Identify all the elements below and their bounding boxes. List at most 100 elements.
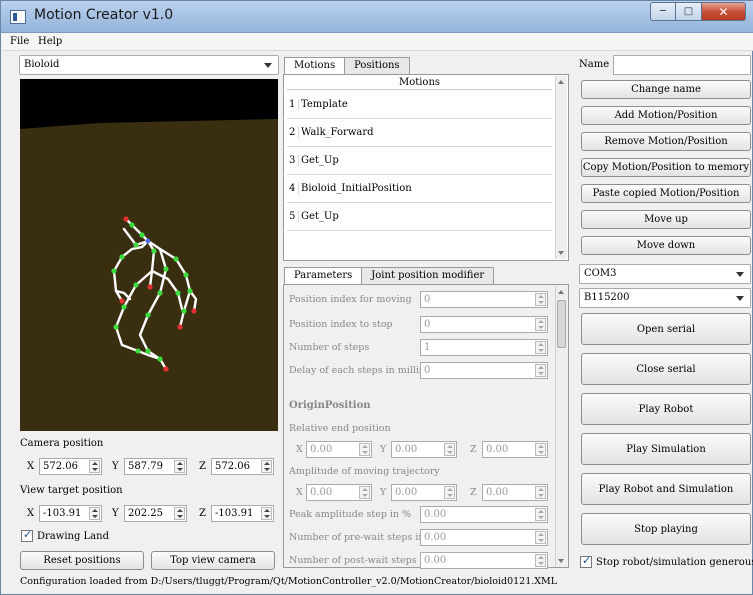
move-up-button[interactable]: Move up: [581, 210, 751, 229]
spin-arrows-icon[interactable]: [174, 507, 185, 520]
maximize-button[interactable]: □: [676, 2, 702, 21]
delay-input[interactable]: 0: [420, 362, 548, 379]
stop-playing-button[interactable]: Stop playing: [581, 513, 751, 545]
play-simulation-button[interactable]: Play Simulation: [581, 433, 751, 465]
camera-y-label: Y: [112, 461, 119, 472]
scroll-down-icon[interactable]: [558, 559, 564, 563]
spin-arrows-icon[interactable]: [535, 554, 546, 567]
robot-select-value: Bioloid: [24, 59, 60, 70]
remove-motion-button[interactable]: Remove Motion/Position: [581, 132, 751, 151]
name-input[interactable]: [613, 55, 751, 75]
prewait-input[interactable]: 0.00: [420, 529, 548, 546]
table-row[interactable]: 3 Get_Up: [287, 147, 552, 175]
camera-z-label: Z: [199, 461, 206, 472]
spin-arrows-icon[interactable]: [89, 507, 100, 520]
reset-positions-button[interactable]: Reset positions: [20, 551, 144, 570]
paste-motion-button[interactable]: Paste copied Motion/Position: [581, 184, 751, 203]
robot-select[interactable]: Bioloid: [19, 55, 279, 75]
spin-arrows-icon[interactable]: [359, 486, 370, 499]
table-row[interactable]: 4 Bioloid_InitialPosition: [287, 175, 552, 203]
spin-arrows-icon[interactable]: [535, 293, 546, 306]
target-z-input[interactable]: -103.91: [211, 505, 274, 522]
robot-3d-viewport[interactable]: [20, 79, 278, 431]
table-row[interactable]: 1 Template: [287, 91, 552, 119]
close-serial-button[interactable]: Close serial: [581, 353, 751, 385]
spin-arrows-icon[interactable]: [535, 508, 546, 521]
add-motion-button[interactable]: Add Motion/Position: [581, 106, 751, 125]
drawing-land-checkbox[interactable]: [21, 528, 33, 542]
menu-help[interactable]: Help: [38, 36, 62, 47]
motions-scrollbar[interactable]: [555, 76, 567, 259]
index-stop-input[interactable]: 0: [420, 316, 548, 333]
amp-x-input[interactable]: 0.00: [306, 484, 372, 501]
close-button[interactable]: ✕: [702, 2, 746, 21]
chevron-down-icon: [736, 296, 744, 301]
stop-generously-checkbox[interactable]: [580, 554, 592, 568]
title-bar[interactable]: Motion Creator v1.0 ─ □ ✕: [1, 1, 753, 33]
row-number: 1: [289, 99, 296, 110]
scroll-thumb[interactable]: [557, 300, 566, 348]
index-moving-input[interactable]: 0: [420, 291, 548, 308]
rel-y-input[interactable]: 0.00: [391, 441, 457, 458]
spin-arrows-icon[interactable]: [535, 531, 546, 544]
camera-z-input[interactable]: 572.06: [211, 458, 274, 475]
postwait-label: Number of post-wait steps in %: [289, 555, 441, 566]
parameters-scrollbar[interactable]: [555, 286, 567, 567]
num-steps-value: 1: [424, 342, 431, 353]
peak-input[interactable]: 0.00: [420, 506, 548, 523]
play-robot-simulation-button[interactable]: Play Robot and Simulation: [581, 473, 751, 505]
postwait-input[interactable]: 0.00: [420, 552, 548, 569]
table-row[interactable]: 5 Get_Up: [287, 203, 552, 231]
index-stop-label: Position index to stop: [289, 319, 393, 330]
tab-motions[interactable]: Motions: [284, 57, 346, 75]
amp-y-input[interactable]: 0.00: [391, 484, 457, 501]
rel-z-label: Z: [470, 444, 477, 455]
num-steps-input[interactable]: 1: [420, 339, 548, 356]
spin-arrows-icon[interactable]: [535, 341, 546, 354]
camera-z-value: 572.06: [215, 461, 250, 472]
change-name-button[interactable]: Change name: [581, 80, 751, 99]
app-window: Motion Creator v1.0 ─ □ ✕ File Help Biol…: [0, 0, 753, 595]
move-down-button[interactable]: Move down: [581, 236, 751, 255]
table-row[interactable]: 2 Walk_Forward: [287, 119, 552, 147]
amp-z-input[interactable]: 0.00: [482, 484, 548, 501]
spin-arrows-icon[interactable]: [444, 486, 455, 499]
amp-z-label: Z: [470, 487, 477, 498]
baud-rate-value: B115200: [584, 292, 630, 303]
top-view-camera-button[interactable]: Top view camera: [151, 551, 275, 570]
camera-y-input[interactable]: 587.79: [124, 458, 187, 475]
copy-motion-button[interactable]: Copy Motion/Position to memory: [581, 158, 751, 177]
view-target-label: View target position: [20, 485, 123, 496]
spin-arrows-icon[interactable]: [261, 507, 272, 520]
spin-arrows-icon[interactable]: [174, 460, 185, 473]
minimize-button[interactable]: ─: [650, 2, 676, 21]
spin-arrows-icon[interactable]: [535, 486, 546, 499]
baud-rate-select[interactable]: B115200: [579, 288, 751, 308]
scroll-up-icon[interactable]: [558, 290, 564, 294]
rel-z-input[interactable]: 0.00: [482, 441, 548, 458]
serial-port-select[interactable]: COM3: [579, 264, 751, 284]
spin-arrows-icon[interactable]: [261, 460, 272, 473]
camera-x-input[interactable]: 572.06: [39, 458, 102, 475]
play-robot-button[interactable]: Play Robot: [581, 393, 751, 425]
row-name: Get_Up: [298, 155, 339, 166]
menu-file[interactable]: File: [10, 36, 29, 47]
target-y-input[interactable]: 202.25: [124, 505, 187, 522]
rel-x-input[interactable]: 0.00: [306, 441, 372, 458]
spin-arrows-icon[interactable]: [89, 460, 100, 473]
spin-arrows-icon[interactable]: [359, 443, 370, 456]
tab-joint-position-modifier[interactable]: Joint position modifier: [361, 267, 495, 284]
tab-positions[interactable]: Positions: [344, 57, 410, 74]
open-serial-button[interactable]: Open serial: [581, 313, 751, 345]
app-icon: [10, 10, 26, 24]
target-z-value: -103.91: [215, 508, 254, 519]
tab-parameters[interactable]: Parameters: [284, 267, 363, 285]
target-x-input[interactable]: -103.91: [39, 505, 102, 522]
spin-arrows-icon[interactable]: [444, 443, 455, 456]
spin-arrows-icon[interactable]: [535, 443, 546, 456]
scroll-up-icon[interactable]: [558, 80, 564, 84]
spin-arrows-icon[interactable]: [535, 318, 546, 331]
spin-arrows-icon[interactable]: [535, 364, 546, 377]
scroll-down-icon[interactable]: [558, 251, 564, 255]
index-moving-label: Position index for moving: [289, 294, 412, 305]
